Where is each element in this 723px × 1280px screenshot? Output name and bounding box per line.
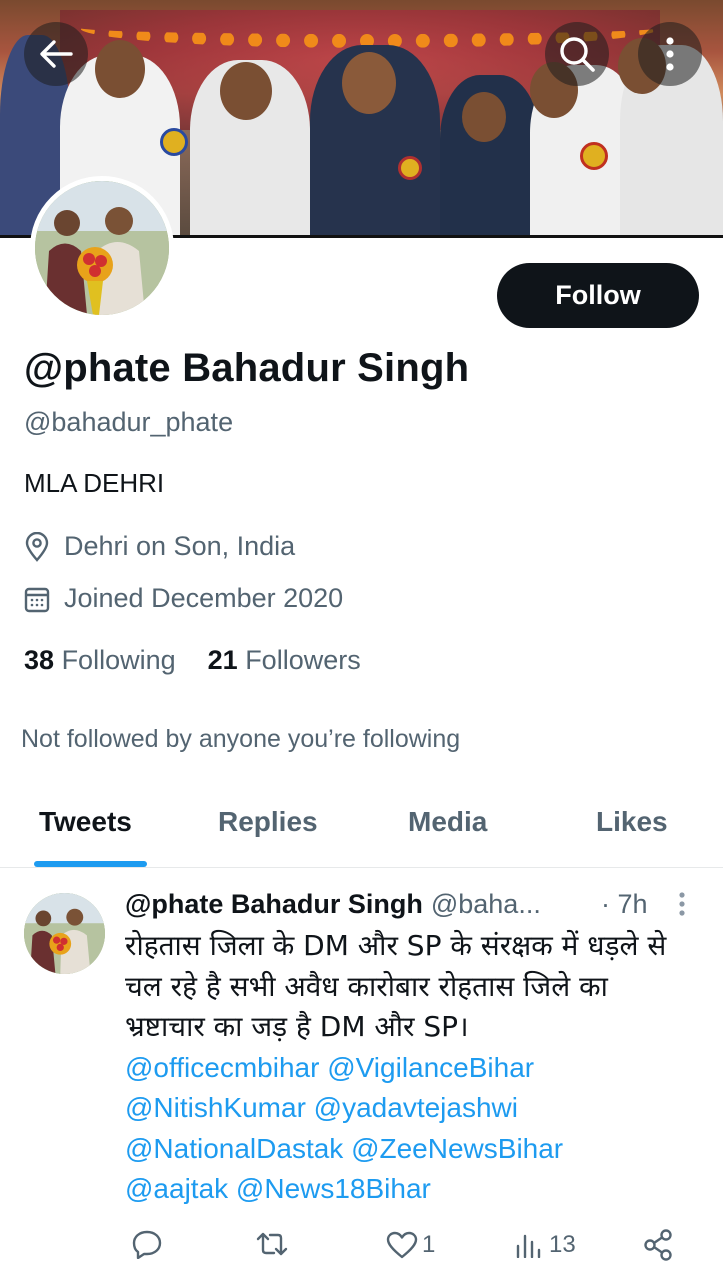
tweet-header: @phate Bahadur Singh @baha... · 7h [125,889,648,920]
profile-location: Dehri on Son, India [24,531,295,562]
tweet-time[interactable]: · 7h [601,889,648,920]
views-button[interactable]: 13 [515,1231,576,1259]
profile-joined: Joined December 2020 [24,583,343,614]
share-button[interactable] [643,1229,673,1261]
tab-media[interactable]: Media [408,806,487,838]
tweet-mentions-line[interactable]: @officecmbihar @VigilanceBihar [125,1048,705,1089]
tweet-text-line: भ्रष्टाचार का जड़ है DM और SP। [125,1010,469,1043]
views-chart-icon [516,1234,541,1258]
reply-button[interactable] [131,1229,163,1259]
profile-tabs: Tweets Replies Media Likes [0,780,723,868]
back-arrow-icon [40,40,73,68]
following-link[interactable]: 38 Following [24,645,176,676]
tweet-mentions-line[interactable]: @aajtak @News18Bihar [125,1169,705,1210]
not-followed-notice: Not followed by anyone you’re following [21,725,461,753]
location-text: Dehri on Son, India [64,531,296,561]
profile-display-name: @phate Bahadur Singh [24,346,470,390]
search-icon [560,37,595,72]
more-vertical-icon [666,37,674,71]
tab-tweets[interactable]: Tweets [39,806,132,838]
back-button[interactable] [24,22,88,86]
tweet-mentions-line[interactable]: @NitishKumar @yadavtejashwi [125,1088,705,1129]
follow-button[interactable]: Follow [497,263,699,328]
tweet-mentions-line[interactable]: @NationalDastak @ZeeNewsBihar [125,1129,705,1170]
reply-icon [132,1230,162,1259]
share-icon [644,1229,672,1261]
joined-text: Joined December 2020 [64,583,344,613]
tweet-author-avatar[interactable] [24,893,105,974]
like-button[interactable]: 1 [386,1231,435,1259]
followers-link[interactable]: 21 Followers [208,645,361,676]
search-button[interactable] [545,22,609,86]
profile-bio: MLA DEHRI [24,468,165,498]
tweet-actions: 1 13 [0,1225,723,1269]
profile-handle: @bahadur_phate [24,407,234,437]
following-label: Following [61,645,176,675]
tweet-text-line: चल रहे है सभी अवैध कारोबार रोहतास जिले क… [125,969,608,1003]
calendar-icon [24,587,50,612]
followers-count: 21 [207,645,238,675]
profile-avatar[interactable] [30,176,174,320]
tweet-more-icon[interactable] [672,890,692,920]
tab-replies[interactable]: Replies [218,806,318,838]
retweet-button[interactable] [254,1231,290,1257]
active-tab-indicator [34,861,147,867]
tweet-body: रोहतास जिला के DM और SP के संरक्षक में ध… [125,926,705,1210]
tab-likes[interactable]: Likes [596,806,668,838]
following-count: 38 [24,645,55,675]
tweet-text-line: रोहतास जिला के DM और SP के संरक्षक में ध… [125,929,667,962]
more-options-button[interactable] [638,22,702,86]
retweet-icon [256,1232,288,1256]
profile-stats: 38 Following 21 Followers [24,645,361,676]
location-pin-icon [25,531,49,562]
heart-icon [386,1231,418,1259]
tweet-author-name[interactable]: @phate Bahadur Singh [125,889,423,920]
views-count: 13 [549,1231,576,1258]
followers-label: Followers [245,645,361,675]
like-count: 1 [422,1231,436,1258]
tweet-author-handle[interactable]: @baha... [431,889,541,920]
